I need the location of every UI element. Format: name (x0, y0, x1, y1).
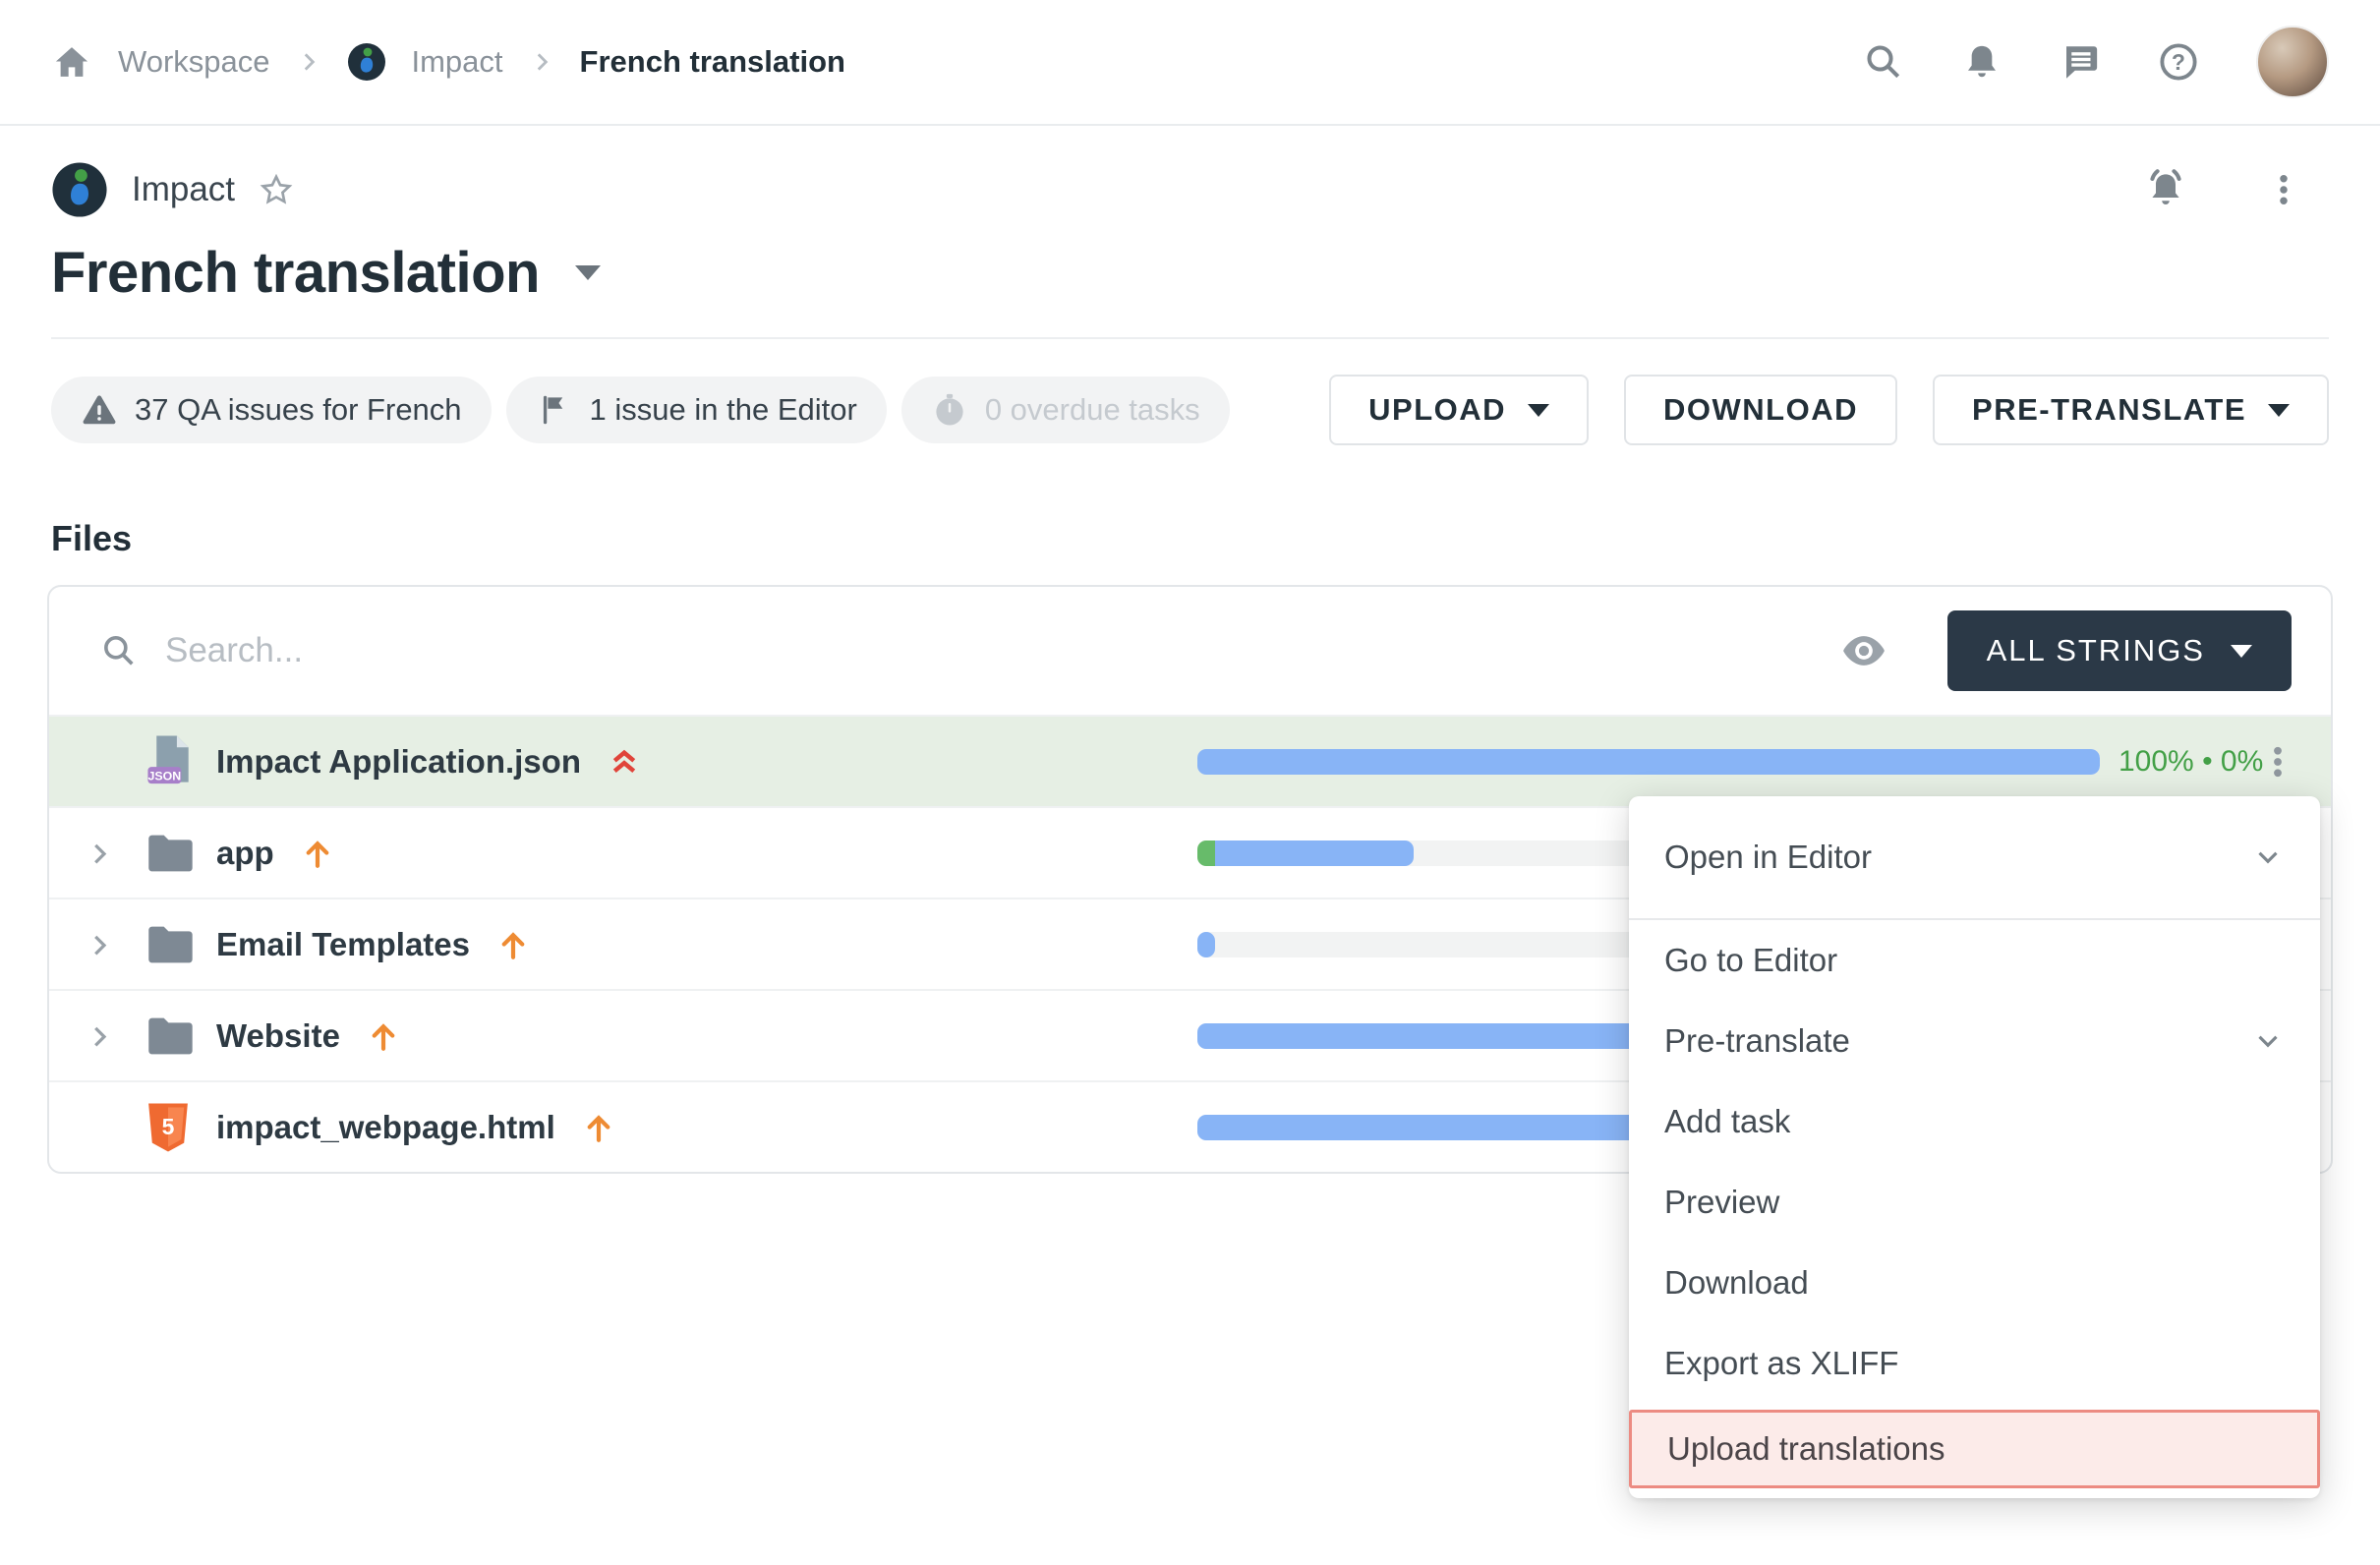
file-name: impact_webpage.html (216, 1109, 555, 1146)
download-button[interactable]: DOWNLOAD (1624, 375, 1897, 445)
menu-item-label: Go to Editor (1664, 942, 1837, 979)
all-strings-filter-button[interactable]: ALL STRINGS (1947, 610, 2292, 691)
files-search-input[interactable] (165, 631, 1814, 670)
arrow-up-icon (581, 1110, 616, 1145)
svg-text:JSON: JSON (148, 769, 182, 782)
svg-text:5: 5 (162, 1113, 175, 1138)
title-caret-icon[interactable] (575, 265, 601, 280)
help-icon[interactable]: ? (2158, 41, 2199, 83)
svg-text:?: ? (2172, 49, 2185, 75)
expand-chevron-icon[interactable] (85, 1021, 145, 1051)
arrow-up-icon (495, 927, 531, 962)
chevron-right-icon (529, 49, 554, 75)
qa-issues-label: 37 QA issues for French (135, 392, 462, 428)
project-name: Impact (132, 170, 235, 209)
upload-label: UPLOAD (1368, 392, 1506, 428)
chevron-down-icon (2251, 840, 2285, 874)
stopwatch-icon (931, 391, 968, 429)
menu-item-download[interactable]: Download (1629, 1243, 2320, 1323)
menu-item-label: Download (1664, 1264, 1809, 1302)
overdue-tasks-label: 0 overdue tasks (985, 392, 1200, 428)
progress-bar (1197, 749, 2100, 775)
project-header: Impact French translation (0, 161, 2380, 339)
folder-icon (145, 1014, 203, 1058)
arrow-up-icon (366, 1018, 401, 1054)
kebab-menu-icon[interactable] (2266, 172, 2301, 207)
flag-icon (536, 391, 573, 429)
files-toolbar: ALL STRINGS (49, 587, 2331, 715)
caret-down-icon (2268, 404, 2290, 417)
file-context-menu: Open in Editor Go to Editor Pre-translat… (1629, 796, 2320, 1498)
upload-button[interactable]: UPLOAD (1329, 375, 1589, 445)
chevron-down-icon (2251, 1024, 2285, 1058)
folder-icon (145, 923, 203, 966)
all-strings-label: ALL STRINGS (1987, 633, 2205, 668)
caret-down-icon (1528, 404, 1549, 417)
warning-icon (81, 391, 118, 429)
ring-bell-icon[interactable] (2142, 166, 2189, 213)
overdue-tasks-badge: 0 overdue tasks (901, 377, 1230, 443)
expand-chevron-icon[interactable] (85, 930, 145, 959)
editor-issues-badge[interactable]: 1 issue in the Editor (506, 377, 887, 443)
menu-item-export-as-xliff[interactable]: Export as XLIFF (1629, 1323, 2320, 1404)
qa-issues-badge[interactable]: 37 QA issues for French (51, 377, 492, 443)
menu-item-label: Open in Editor (1664, 839, 1872, 876)
editor-issues-label: 1 issue in the Editor (590, 392, 857, 428)
impact-logo (347, 42, 386, 82)
menu-item-label: Export as XLIFF (1664, 1345, 1898, 1382)
folder-icon (145, 832, 203, 875)
chat-icon[interactable] (2060, 41, 2101, 83)
menu-item-upload-translations[interactable]: Upload translations (1629, 1410, 2320, 1488)
menu-item-preview[interactable]: Preview (1629, 1162, 2320, 1243)
menu-item-label: Preview (1664, 1184, 1779, 1221)
search-icon[interactable] (1863, 41, 1904, 83)
progress-stats: 100% • 0% (2119, 745, 2263, 779)
top-bar: Workspace Impact French translation (0, 0, 2380, 126)
menu-item-go-to-editor[interactable]: Go to Editor (1629, 920, 2320, 1001)
menu-item-label: Pre-translate (1664, 1022, 1850, 1060)
breadcrumb-project[interactable]: Impact (412, 44, 503, 80)
divider (51, 337, 2329, 339)
breadcrumb: Workspace Impact French translation (51, 41, 845, 83)
menu-item-open-in-editor[interactable]: Open in Editor (1629, 796, 2320, 918)
file-name: Impact Application.json (216, 743, 581, 781)
status-row: 37 QA issues for French 1 issue in the E… (0, 375, 2380, 445)
download-label: DOWNLOAD (1663, 392, 1858, 428)
pre-translate-button[interactable]: PRE-TRANSLATE (1933, 375, 2329, 445)
menu-item-add-task[interactable]: Add task (1629, 1081, 2320, 1162)
arrow-up-icon (300, 836, 335, 871)
impact-logo (51, 161, 108, 218)
json-file-icon: JSON (145, 734, 203, 789)
file-row-impact-application-json[interactable]: JSON Impact Application.json 100% • 0% (49, 715, 2331, 806)
user-avatar[interactable] (2256, 26, 2329, 98)
menu-item-label: Upload translations (1667, 1430, 1945, 1468)
folder-name: Website (216, 1017, 340, 1055)
folder-name: app (216, 835, 274, 872)
pre-translate-label: PRE-TRANSLATE (1972, 392, 2246, 428)
folder-name: Email Templates (216, 926, 470, 963)
html-file-icon: 5 (145, 1102, 203, 1153)
caret-down-icon (2231, 645, 2252, 658)
eye-icon[interactable] (1841, 634, 1887, 667)
breadcrumb-current-page: French translation (580, 44, 845, 80)
home-icon[interactable] (51, 41, 92, 83)
search-icon (100, 632, 138, 669)
kebab-menu-icon[interactable] (2260, 744, 2295, 780)
files-heading: Files (0, 518, 2380, 559)
breadcrumb-workspace[interactable]: Workspace (118, 44, 270, 80)
chevron-right-icon (296, 49, 321, 75)
expand-chevron-icon[interactable] (85, 839, 145, 868)
double-chevron-up-icon (607, 744, 642, 780)
page-title: French translation (51, 240, 540, 306)
notifications-bell-icon[interactable] (1961, 41, 2003, 83)
star-icon[interactable] (259, 172, 294, 207)
menu-item-label: Add task (1664, 1103, 1790, 1140)
menu-item-pre-translate[interactable]: Pre-translate (1629, 1001, 2320, 1081)
